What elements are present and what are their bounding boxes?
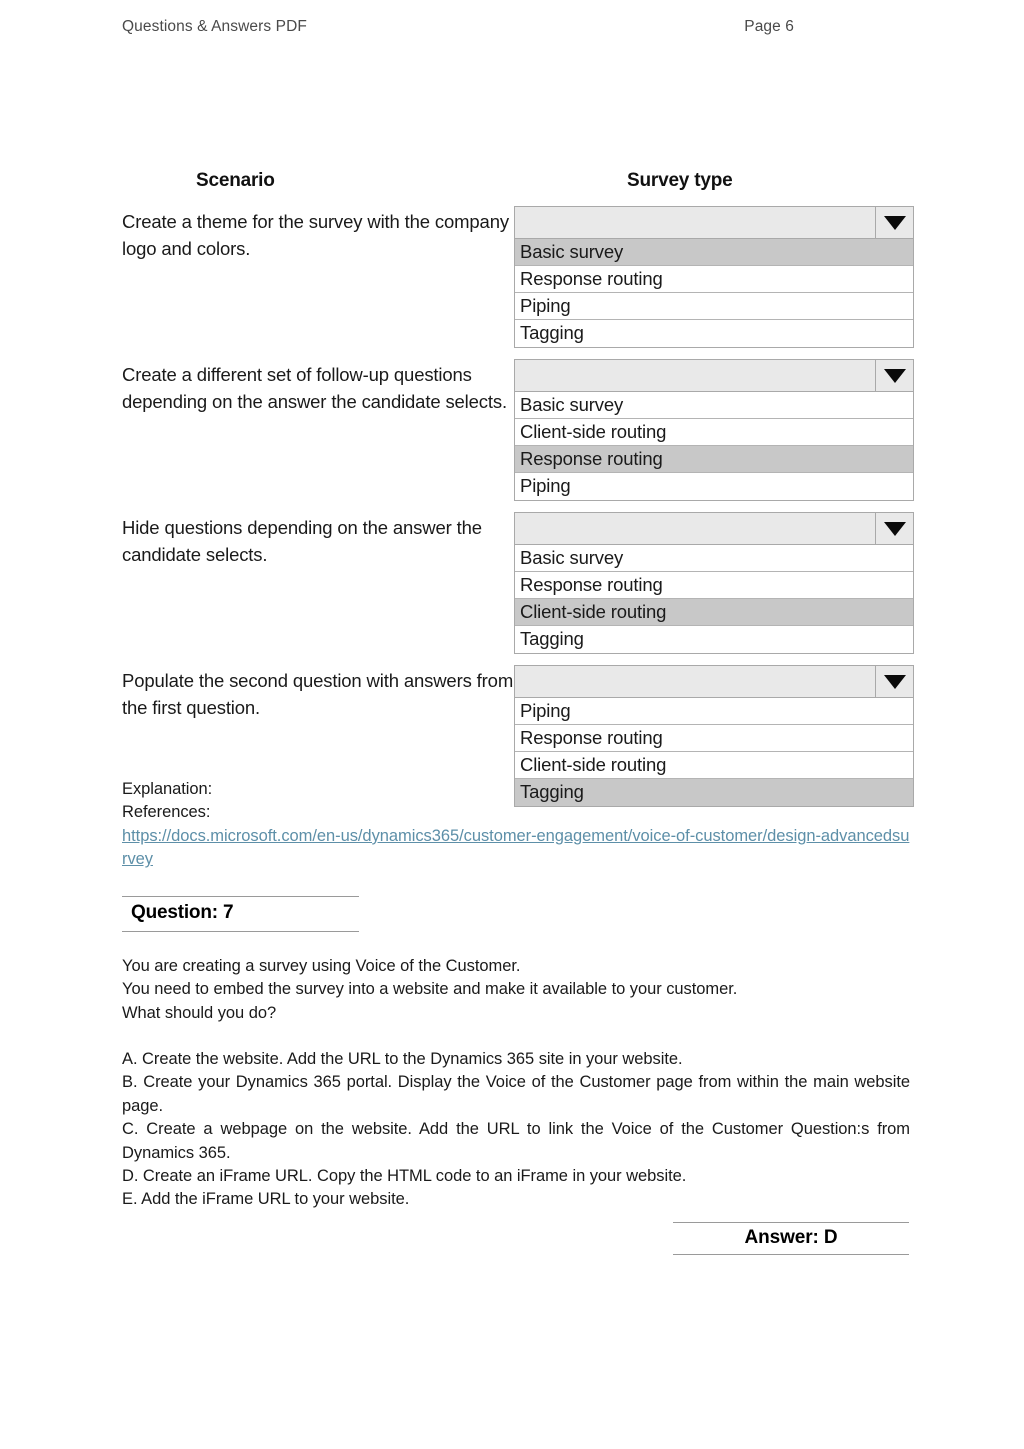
dropdown-option[interactable]: Client-side routing <box>515 599 913 626</box>
dropdown-option[interactable]: Response routing <box>515 266 913 293</box>
question-stem-line: You are creating a survey using Voice of… <box>122 956 521 975</box>
page-header: Questions & Answers PDF Page 6 <box>122 18 902 40</box>
column-header-survey-type: Survey type <box>627 170 733 191</box>
survey-type-dropdown[interactable]: Basic survey Response routing Piping Tag… <box>514 206 914 348</box>
answer-box: Answer: D <box>673 1222 909 1255</box>
chevron-down-icon[interactable] <box>875 206 914 239</box>
survey-type-dropdown[interactable]: Basic survey Response routing Client-sid… <box>514 512 914 654</box>
chevron-down-icon[interactable] <box>875 665 914 698</box>
references-label: References: <box>122 803 211 822</box>
answer-option-a[interactable]: A. Create the website. Add the URL to th… <box>122 1048 910 1071</box>
answer-option-b[interactable]: B. Create your Dynamics 365 portal. Disp… <box>122 1071 910 1118</box>
dropdown-option[interactable]: Client-side routing <box>515 419 913 446</box>
page-number: Page 6 <box>744 18 794 35</box>
answer-option-d[interactable]: D. Create an iFrame URL. Copy the HTML c… <box>122 1165 910 1188</box>
table-row: Create a different set of follow-up ques… <box>122 359 922 501</box>
chevron-down-icon[interactable] <box>875 359 914 392</box>
exhibit-column-headers: Scenario Survey type <box>122 170 922 200</box>
answer-options: A. Create the website. Add the URL to th… <box>122 1048 910 1212</box>
reference-link[interactable]: https://docs.microsoft.com/en-us/dynamic… <box>122 825 910 872</box>
table-row: Create a theme for the survey with the c… <box>122 206 922 348</box>
document-title: Questions & Answers PDF <box>122 18 307 35</box>
survey-type-dropdown[interactable]: Basic survey Client-side routing Respons… <box>514 359 914 501</box>
document-body: Explanation: References: https://docs.mi… <box>122 778 910 1212</box>
question-stem: You are creating a survey using Voice of… <box>122 955 910 1025</box>
dropdown-option[interactable]: Basic survey <box>515 545 913 572</box>
question-stem-line: What should you do? <box>122 1003 277 1022</box>
table-row: Hide questions depending on the answer t… <box>122 512 922 654</box>
survey-type-cell: Basic survey Client-side routing Respons… <box>514 359 914 501</box>
dropdown-option-list: Basic survey Client-side routing Respons… <box>515 392 913 500</box>
survey-type-cell: Basic survey Response routing Piping Tag… <box>514 206 914 348</box>
dropdown-option[interactable]: Response routing <box>515 572 913 599</box>
answer-option-e[interactable]: E. Add the iFrame URL to your website. <box>122 1188 910 1211</box>
dropdown-option[interactable]: Piping <box>515 698 913 725</box>
column-header-scenario: Scenario <box>196 170 275 191</box>
dropdown-header[interactable] <box>515 206 914 239</box>
scenario-text: Hide questions depending on the answer t… <box>122 517 482 565</box>
exhibit-table: Scenario Survey type Create a theme for … <box>122 170 922 807</box>
dropdown-option[interactable]: Basic survey <box>515 392 913 419</box>
chevron-down-icon[interactable] <box>875 512 914 545</box>
scenario-text: Create a theme for the survey with the c… <box>122 211 509 259</box>
survey-type-cell: Basic survey Response routing Client-sid… <box>514 512 914 654</box>
dropdown-option[interactable]: Response routing <box>515 725 913 752</box>
question-heading-box: Question: 7 <box>122 895 359 932</box>
answer-option-c[interactable]: C. Create a webpage on the website. Add … <box>122 1118 910 1165</box>
dropdown-option[interactable]: Tagging <box>515 320 913 347</box>
scenario-text: Create a different set of follow-up ques… <box>122 364 507 412</box>
dropdown-option[interactable]: Client-side routing <box>515 752 913 779</box>
exhibit-row-list: Create a theme for the survey with the c… <box>122 206 922 807</box>
answer-label: Answer: D <box>744 1227 838 1248</box>
scenario-text: Populate the second question with answer… <box>122 670 514 718</box>
question-stem-line: You need to embed the survey into a webs… <box>122 980 738 999</box>
dropdown-option[interactable]: Piping <box>515 293 913 320</box>
question-heading: Question: 7 <box>131 901 234 923</box>
dropdown-header[interactable] <box>515 512 914 545</box>
dropdown-option[interactable]: Basic survey <box>515 239 913 266</box>
explanation-label: Explanation: <box>122 780 213 798</box>
dropdown-option[interactable]: Response routing <box>515 446 913 473</box>
dropdown-header[interactable] <box>515 665 914 698</box>
dropdown-option-list: Basic survey Response routing Piping Tag… <box>515 239 913 347</box>
dropdown-header[interactable] <box>515 359 914 392</box>
dropdown-option[interactable]: Piping <box>515 473 913 500</box>
dropdown-option-list: Basic survey Response routing Client-sid… <box>515 545 913 653</box>
dropdown-option[interactable]: Tagging <box>515 626 913 653</box>
